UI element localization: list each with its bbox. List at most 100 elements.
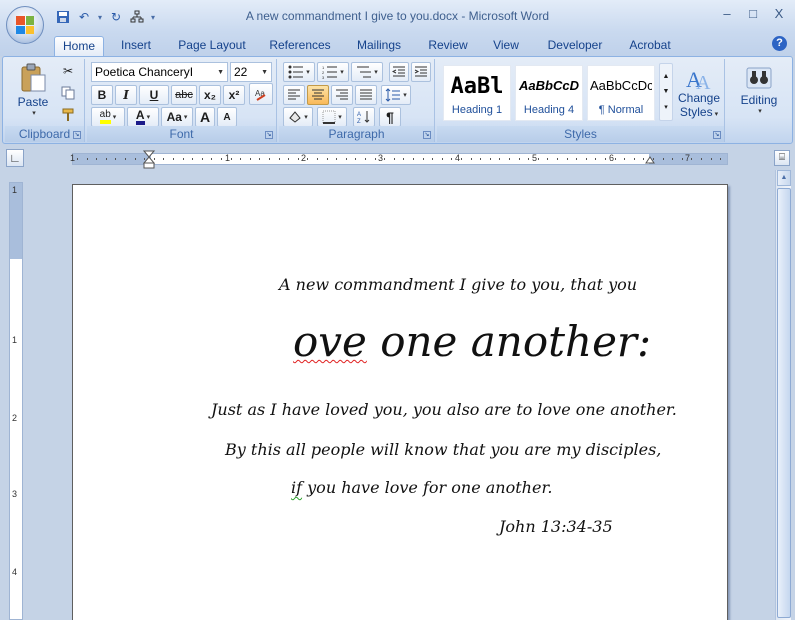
underline-button[interactable]: U (139, 85, 169, 105)
styles-launcher-icon[interactable]: ↘ (713, 131, 721, 139)
grammar-flag-word[interactable]: if (291, 478, 302, 497)
tab-developer[interactable]: Developer (538, 36, 612, 56)
scroll-down-icon[interactable]: ▼ (663, 88, 670, 95)
tab-selector-icon[interactable]: ∟ (6, 149, 24, 167)
sort-icon[interactable]: AZ (353, 107, 375, 127)
change-case-button[interactable]: Aa ▾ (161, 107, 193, 127)
tab-insert[interactable]: Insert (112, 36, 160, 56)
doc-citation[interactable]: John 13:34-35 (499, 517, 613, 536)
help-icon[interactable]: ? (772, 36, 787, 51)
doc-line-2[interactable]: ove one another: (293, 317, 651, 366)
highlight-button[interactable]: ab ▾ (91, 107, 125, 127)
borders-icon[interactable]: ▾ (317, 107, 347, 127)
style-preview: AaBbCcDc (590, 78, 652, 93)
font-launcher-icon[interactable]: ↘ (265, 131, 273, 139)
office-button[interactable] (6, 6, 44, 44)
ruler-tick (96, 158, 98, 160)
font-name-combo[interactable]: Poetica ChanceryI ▼ (91, 62, 228, 82)
ruler-tick (624, 158, 626, 160)
increase-indent-icon[interactable] (411, 62, 431, 82)
align-left-icon[interactable] (283, 85, 305, 105)
undo-dropdown-icon[interactable]: ▾ (96, 13, 104, 22)
ruler-tick (557, 158, 558, 160)
multilevel-list-icon[interactable]: ▾ (351, 62, 383, 82)
ruler-tick (662, 158, 664, 160)
binoculars-icon (746, 67, 772, 89)
right-indent-marker-icon[interactable] (645, 156, 655, 164)
maximize-button[interactable]: □ (745, 6, 761, 22)
vertical-ruler[interactable]: 1 1 2 3 4 (9, 182, 23, 620)
font-name-dropdown-icon[interactable]: ▼ (217, 69, 224, 76)
tab-acrobat[interactable]: Acrobat (622, 36, 678, 56)
misspelled-word[interactable]: ove (293, 317, 367, 366)
copy-icon[interactable] (57, 83, 79, 103)
superscript-button[interactable]: x² (223, 85, 245, 105)
bold-button[interactable]: B (91, 85, 113, 105)
document-page[interactable]: A new commandment I give to you, that yo… (72, 184, 728, 620)
scroll-up-icon[interactable]: ▲ (663, 73, 670, 80)
paragraph-launcher-icon[interactable]: ↘ (423, 131, 431, 139)
ruler-tick (211, 158, 213, 160)
redo-icon[interactable]: ↻ (107, 8, 125, 26)
bullets-icon[interactable]: ▾ (283, 62, 315, 82)
ruler-tick (710, 158, 712, 160)
doc-line-5[interactable]: if you have love for one another. (291, 478, 552, 497)
align-right-icon[interactable] (331, 85, 353, 105)
save-icon[interactable] (54, 8, 72, 26)
editing-button[interactable]: Editing ▾ (731, 59, 787, 123)
subscript-button[interactable]: x₂ (199, 85, 221, 105)
ruler-tick (317, 158, 318, 160)
doc-line-3[interactable]: Just as I have loved you, you also are t… (211, 400, 677, 419)
style-normal[interactable]: AaBbCcDc ¶ Normal (587, 65, 655, 121)
tab-review[interactable]: Review (420, 36, 476, 56)
structure-icon[interactable] (128, 8, 146, 26)
doc-line-4[interactable]: By this all people will know that you ar… (225, 440, 661, 459)
scroll-up-button[interactable]: ▲ (777, 170, 791, 186)
ruler-tick (269, 158, 270, 160)
paste-button[interactable]: Paste ▾ (13, 61, 53, 119)
more-styles-icon[interactable]: ▾ (664, 103, 668, 111)
line-spacing-icon[interactable]: ▾ (381, 85, 411, 105)
tab-page-layout[interactable]: Page Layout (172, 36, 252, 56)
scrollbar-thumb[interactable] (777, 188, 791, 618)
horizontal-ruler[interactable]: 1 1 2 3 4 5 6 7 (70, 153, 728, 165)
tab-view[interactable]: View (484, 36, 528, 56)
clipboard-launcher-icon[interactable]: ↘ (73, 131, 81, 139)
clear-formatting-icon[interactable]: Aa (249, 83, 273, 105)
font-size-dropdown-icon[interactable]: ▼ (261, 69, 268, 76)
strikethrough-button[interactable]: abc (171, 85, 197, 105)
show-formatting-icon[interactable]: ¶ (379, 107, 401, 127)
tab-mailings[interactable]: Mailings (348, 36, 410, 56)
undo-icon[interactable]: ↶ (75, 8, 93, 26)
grow-font-button[interactable]: A (195, 107, 215, 127)
shading-icon[interactable]: ▾ (283, 107, 313, 127)
style-heading-1[interactable]: AaBl Heading 1 (443, 65, 511, 121)
font-color-button[interactable]: A ▾ (127, 107, 159, 127)
view-ruler-icon[interactable]: ⌸ (774, 150, 790, 166)
close-button[interactable]: X (771, 6, 787, 22)
shrink-font-button[interactable]: A (217, 107, 237, 127)
decrease-indent-icon[interactable] (389, 62, 409, 82)
ruler-tick (451, 158, 453, 160)
style-heading-4[interactable]: AaBbCcD Heading 4 (515, 65, 583, 121)
customize-toolbar-icon[interactable]: ▾ (149, 13, 157, 22)
ruler-number: 3 (12, 489, 18, 499)
minimize-button[interactable]: – (719, 6, 735, 22)
format-painter-icon[interactable] (57, 105, 79, 125)
align-center-icon[interactable] (307, 85, 329, 105)
doc-line-1[interactable]: A new commandment I give to you, that yo… (279, 275, 637, 294)
numbering-icon[interactable]: 1 2 3 ▾ (317, 62, 349, 82)
styles-gallery-scroll[interactable]: ▲ ▼ ▾ (659, 63, 673, 121)
vertical-scrollbar[interactable]: ▲ (775, 170, 791, 620)
justify-icon[interactable] (355, 85, 377, 105)
document-area[interactable]: A new commandment I give to you, that yo… (28, 170, 775, 620)
indent-marker-icon[interactable] (143, 150, 155, 170)
tab-home[interactable]: Home (54, 36, 104, 56)
tab-references[interactable]: References (262, 36, 338, 56)
cut-icon[interactable]: ✂ (57, 61, 79, 81)
italic-button[interactable]: I (115, 85, 137, 105)
editing-dropdown-icon: ▾ (758, 108, 762, 115)
change-styles-button[interactable]: AA Change Styles ▾ (677, 61, 721, 123)
ruler-tick (720, 158, 722, 160)
font-size-combo[interactable]: 22 ▼ (230, 62, 272, 82)
